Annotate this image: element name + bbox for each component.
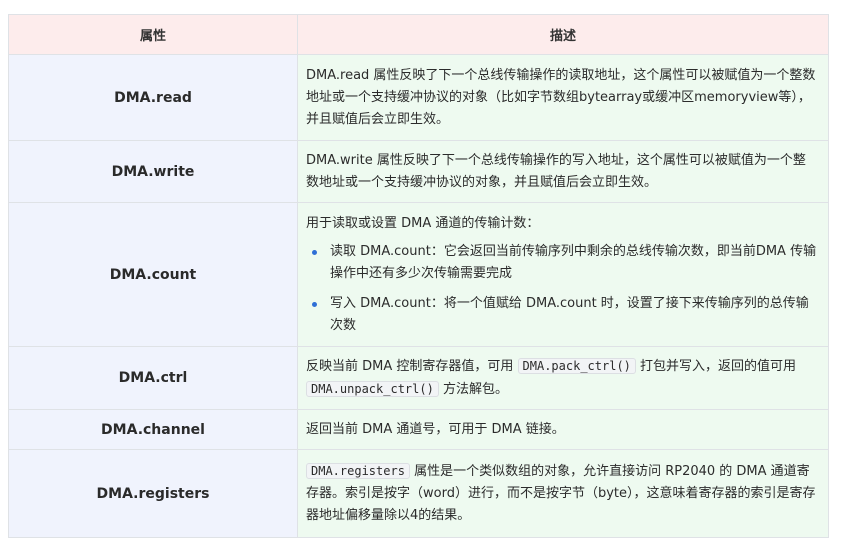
table-row: DMA.ctrl 反映当前 DMA 控制寄存器值，可用 DMA.pack_ctr… [8, 346, 829, 410]
inline-code: DMA.pack_ctrl() [517, 358, 636, 374]
description-intro: 用于读取或设置 DMA 通道的传输计数： [306, 215, 540, 231]
bullet-dot-icon [312, 301, 317, 307]
property-name: DMA.write [8, 140, 298, 203]
table-row: DMA.count 用于读取或设置 DMA 通道的传输计数： 读取 DMA.co… [8, 202, 829, 347]
properties-table: 属性 描述 DMA.read DMA.read 属性反映了下一个总线传输操作的读… [8, 14, 829, 538]
property-name: DMA.read [8, 54, 298, 141]
property-description: DMA.registers 属性是一个类似数组的对象，允许直接访问 RP2040… [297, 449, 829, 538]
property-description: 反映当前 DMA 控制寄存器值，可用 DMA.pack_ctrl() 打包并写入… [297, 346, 829, 410]
property-description: DMA.read 属性反映了下一个总线传输操作的读取地址，这个属性可以被赋值为一… [297, 54, 829, 141]
table-row: DMA.channel 返回当前 DMA 通道号，可用于 DMA 链接。 [8, 409, 829, 450]
table-row: DMA.write DMA.write 属性反映了下一个总线传输操作的写入地址，… [8, 140, 829, 203]
description-text: 打包并写入，返回的值可用 [640, 359, 797, 374]
property-name: DMA.channel [8, 409, 298, 450]
property-description: DMA.write 属性反映了下一个总线传输操作的写入地址，这个属性可以被赋值为… [297, 140, 829, 203]
table-header-row: 属性 描述 [8, 14, 829, 55]
property-description: 返回当前 DMA 通道号，可用于 DMA 链接。 [297, 409, 829, 450]
description-text: 方法解包。 [442, 382, 508, 397]
bullet-text: 读取 DMA.count：它会返回当前传输序列中剩余的总线传输次数，即当前DMA… [330, 243, 817, 281]
inline-code: DMA.unpack_ctrl() [306, 381, 439, 397]
list-item: 写入 DMA.count：将一个值赋给 DMA.count 时，设置了接下来传输… [306, 293, 818, 337]
property-name: DMA.count [8, 202, 298, 347]
property-description: 用于读取或设置 DMA 通道的传输计数： 读取 DMA.count：它会返回当前… [297, 202, 829, 347]
bullet-text: 写入 DMA.count：将一个值赋给 DMA.count 时，设置了接下来传输… [330, 295, 809, 333]
header-property: 属性 [8, 14, 298, 55]
table-row: DMA.registers DMA.registers 属性是一个类似数组的对象… [8, 449, 829, 538]
bullet-list: 读取 DMA.count：它会返回当前传输序列中剩余的总线传输次数，即当前DMA… [306, 241, 818, 337]
property-name: DMA.ctrl [8, 346, 298, 410]
description-text: 反映当前 DMA 控制寄存器值，可用 [306, 359, 514, 374]
header-description: 描述 [297, 14, 829, 55]
table-row: DMA.read DMA.read 属性反映了下一个总线传输操作的读取地址，这个… [8, 54, 829, 141]
inline-code: DMA.registers [306, 463, 410, 479]
bullet-dot-icon [312, 249, 317, 255]
property-name: DMA.registers [8, 449, 298, 538]
list-item: 读取 DMA.count：它会返回当前传输序列中剩余的总线传输次数，即当前DMA… [306, 241, 818, 285]
